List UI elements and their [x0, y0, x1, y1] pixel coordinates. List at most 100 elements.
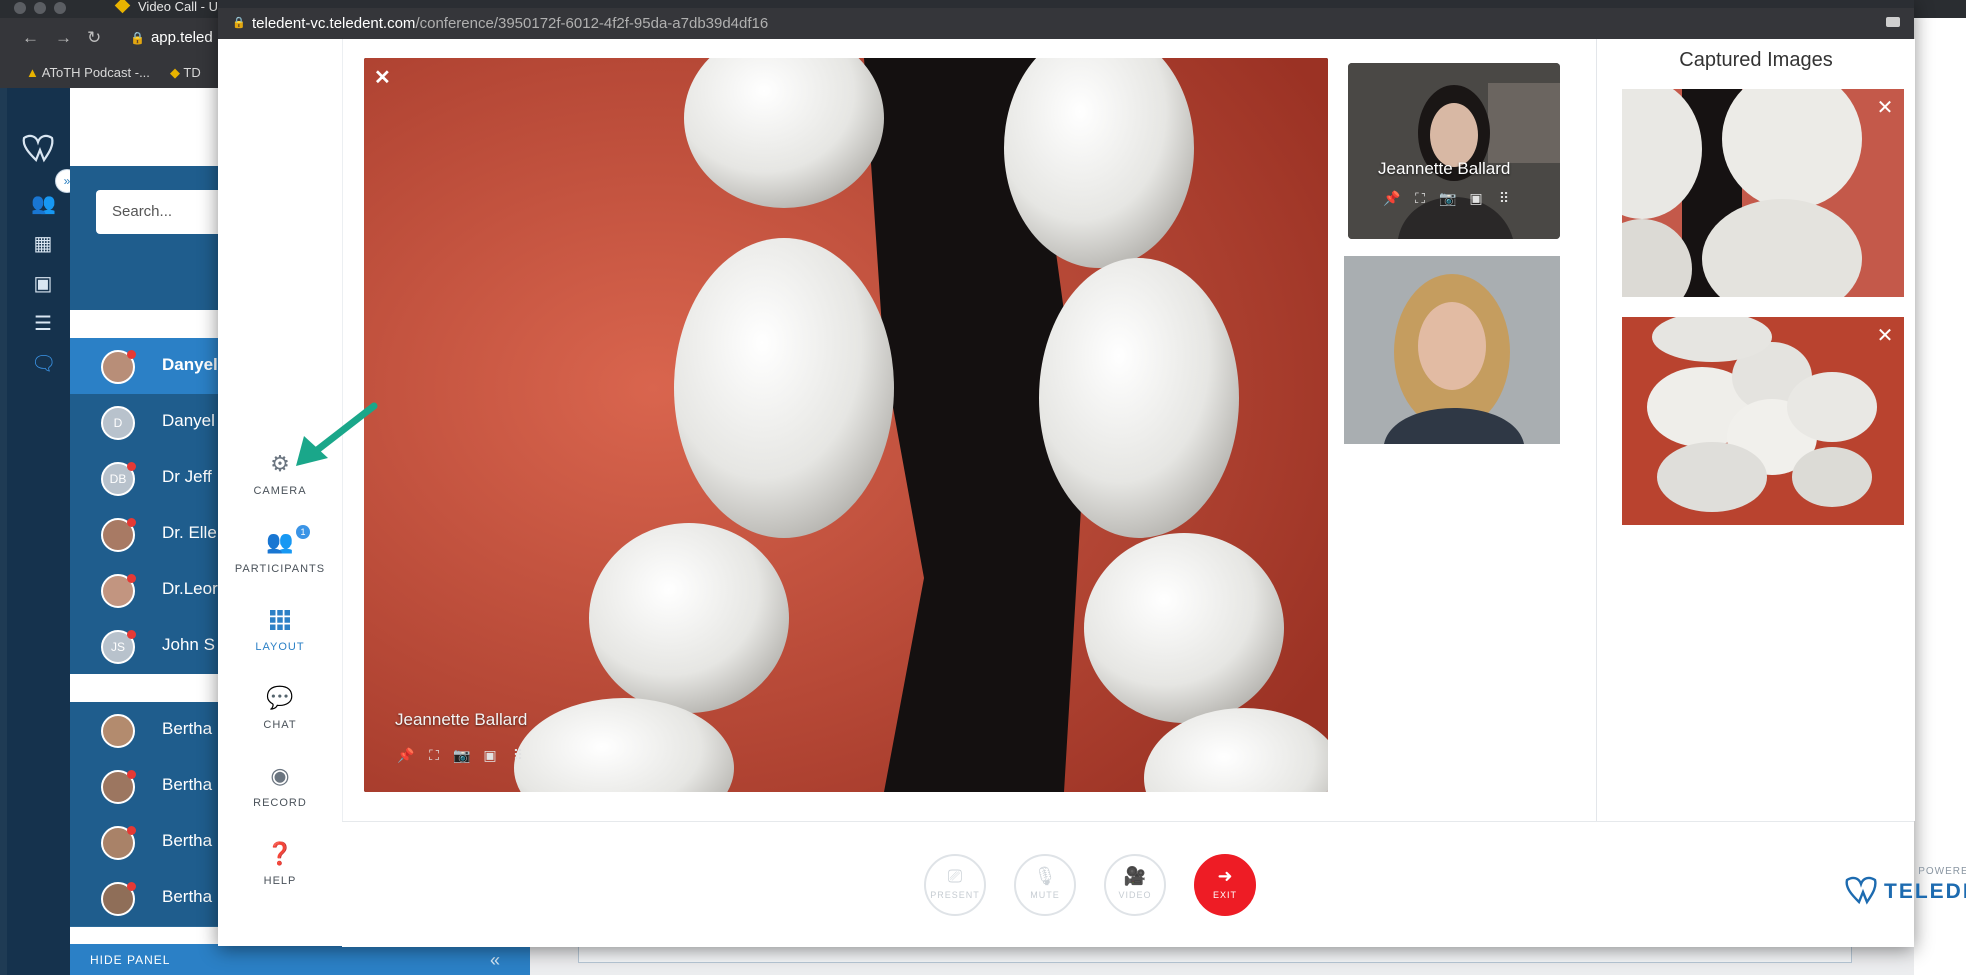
chat-icon[interactable]: 🗨 — [31, 352, 56, 376]
record-menu-item[interactable]: ◉ RECORD — [218, 761, 342, 831]
intraoral-camera-image — [364, 58, 1328, 792]
contact-list-header — [70, 166, 230, 310]
teledent-logo-icon — [1845, 876, 1877, 905]
annotation-arrow-icon — [296, 402, 378, 466]
self-view-thumbnail[interactable] — [1344, 256, 1560, 444]
main-video-feed[interactable]: ✕ Jeannette Ballard 📌 ⛶ 📷 ▣ ⠿ — [364, 58, 1328, 792]
remove-captured-image-icon[interactable]: ✕ — [1874, 97, 1896, 119]
window-zoom-dot[interactable] — [54, 2, 66, 14]
avatar: DB — [101, 462, 136, 496]
captured-images-panel: Captured Images ✕ ✕ — [1596, 39, 1915, 821]
contact-row[interactable]: Bertha — [70, 702, 230, 759]
reload-icon[interactable]: ↻ — [87, 28, 101, 48]
contact-row[interactable]: Bertha — [70, 870, 230, 927]
main-participant-name: Jeannette Ballard — [395, 710, 528, 729]
briefcase-icon[interactable]: ▣ — [31, 272, 55, 296]
contact-list-divider — [70, 674, 230, 702]
contact-row[interactable]: Danyel — [70, 338, 230, 395]
grid-layout-icon — [265, 605, 295, 635]
call-controls-bar: ⎚ PRESENT 🎙 MUTE 🎥 VIDEO ➜ EXIT POWERED … — [342, 821, 1966, 947]
contact-name: Bertha — [162, 775, 213, 794]
app-icon-nav: 👥 ▦ ▣ ☰ 🗨 — [7, 88, 70, 975]
contact-row[interactable]: JS John S — [70, 618, 230, 675]
app-header-area — [70, 88, 230, 166]
contact-name: Danyel — [162, 355, 218, 374]
bookmarks-bar: ▲ AToTH Podcast -... ◆ TD — [0, 58, 230, 89]
help-icon: ❓ — [266, 841, 294, 866]
bookmark-item[interactable]: ▲ AToTH Podcast -... — [26, 65, 150, 80]
video-camera-icon: 🎥 — [1123, 866, 1147, 886]
fullscreen-icon[interactable]: ⛶ — [424, 746, 444, 764]
contact-name: Danyel — [162, 411, 215, 430]
captured-image-content — [1622, 317, 1904, 525]
lock-icon: 🔒 — [232, 17, 246, 29]
popup-address-bar: 🔒 teledent-vc.teledent.com/conference/39… — [218, 8, 1914, 39]
contact-row[interactable]: D Danyel — [70, 394, 230, 451]
avatar — [101, 574, 136, 608]
contact-row[interactable]: Dr.Leor — [70, 562, 230, 619]
video-button[interactable]: 🎥 VIDEO — [1104, 854, 1166, 916]
users-icon[interactable]: 👥 — [31, 192, 56, 216]
help-menu-item[interactable]: ❓ HELP — [218, 839, 342, 909]
remove-captured-image-icon[interactable]: ✕ — [1874, 325, 1896, 347]
back-arrow-icon[interactable]: ← — [22, 28, 39, 48]
background-right-edge — [1914, 18, 1966, 975]
popup-url[interactable]: 🔒 teledent-vc.teledent.com/conference/39… — [232, 15, 768, 32]
microphone-icon: 🎙 — [1033, 866, 1057, 886]
background-url-text: app.teled — [150, 29, 213, 46]
contact-name: John S — [162, 635, 215, 654]
captured-images-title: Captured Images — [1679, 49, 1833, 71]
teledent-logo-icon[interactable] — [20, 132, 56, 164]
main-video-controls: 📌 ⛶ 📷 ▣ ⠿ — [396, 746, 528, 764]
forward-arrow-icon[interactable]: → — [55, 28, 72, 48]
avatar — [101, 518, 136, 552]
contact-name: Bertha — [162, 719, 213, 738]
exit-button[interactable]: ➜ EXIT — [1194, 854, 1256, 916]
picture-in-picture-icon[interactable]: ▣ — [480, 746, 500, 764]
drive-icon: ▲ — [26, 65, 39, 80]
hide-panel-button[interactable]: HIDE PANEL « — [70, 944, 530, 975]
window-minimize-dot[interactable] — [34, 2, 46, 14]
layout-menu-item[interactable]: LAYOUT — [218, 605, 342, 675]
powered-by-teledent: POWERED BY TELEDENT — [1844, 866, 1966, 910]
thumbnail-controls: 📌 ⛶ 📷 ▣ ⠿ — [1382, 189, 1514, 207]
window-close-dot[interactable] — [14, 2, 26, 14]
contact-name: Dr.Leor — [162, 579, 218, 598]
mute-button[interactable]: 🎙 MUTE — [1014, 854, 1076, 916]
avatar — [101, 350, 136, 384]
captured-image-content — [1622, 89, 1904, 297]
grid-dots-icon[interactable]: ⠿ — [508, 746, 528, 764]
fullscreen-icon[interactable]: ⛶ — [1410, 189, 1430, 207]
captured-image[interactable]: ✕ — [1622, 89, 1904, 297]
camera-indicator-icon[interactable] — [1886, 17, 1900, 27]
calendar-icon[interactable]: ▦ — [31, 232, 55, 256]
contact-row[interactable]: Dr. Elle — [70, 506, 230, 563]
contact-row[interactable]: DB Dr Jeff — [70, 450, 230, 507]
checklist-icon[interactable]: ☰ — [31, 312, 55, 336]
snapshot-camera-icon[interactable]: 📷 — [452, 746, 472, 764]
contact-name: Bertha — [162, 831, 213, 850]
participants-menu-item[interactable]: 👥 1 PARTICIPANTS — [218, 525, 342, 597]
participant-thumbnail[interactable]: Jeannette Ballard 📌 ⛶ 📷 ▣ ⠿ — [1348, 63, 1560, 239]
participants-icon: 👥 — [266, 529, 294, 554]
pin-icon[interactable]: 📌 — [396, 746, 416, 764]
picture-in-picture-icon[interactable]: ▣ — [1466, 189, 1486, 207]
close-video-icon[interactable]: ✕ — [374, 68, 391, 88]
grid-dots-icon[interactable]: ⠿ — [1494, 189, 1514, 207]
thumbnail-participant-name: Jeannette Ballard — [1378, 159, 1511, 178]
bookmark-item[interactable]: ◆ TD — [170, 65, 201, 81]
captured-image[interactable]: ✕ — [1622, 317, 1904, 525]
contact-search-input[interactable]: Search... — [96, 190, 230, 234]
conference-menu: ⚙ CAMERA 👥 1 PARTICIPANTS LAYOUT 💬 CHAT … — [218, 39, 343, 946]
snapshot-camera-icon[interactable]: 📷 — [1438, 189, 1458, 207]
avatar — [101, 770, 136, 804]
pin-icon[interactable]: 📌 — [1382, 189, 1402, 207]
contact-name: Dr. Elle — [162, 523, 217, 542]
chat-menu-item[interactable]: 💬 CHAT — [218, 683, 342, 753]
chat-bubbles-icon: 💬 — [266, 685, 294, 710]
contact-row[interactable]: Bertha — [70, 814, 230, 871]
present-button[interactable]: ⎚ PRESENT — [924, 854, 986, 916]
contact-row[interactable]: Bertha — [70, 758, 230, 815]
background-tab-title[interactable]: Video Call - U — [138, 0, 218, 14]
background-address-bar[interactable]: 🔒 app.teled — [130, 28, 213, 48]
